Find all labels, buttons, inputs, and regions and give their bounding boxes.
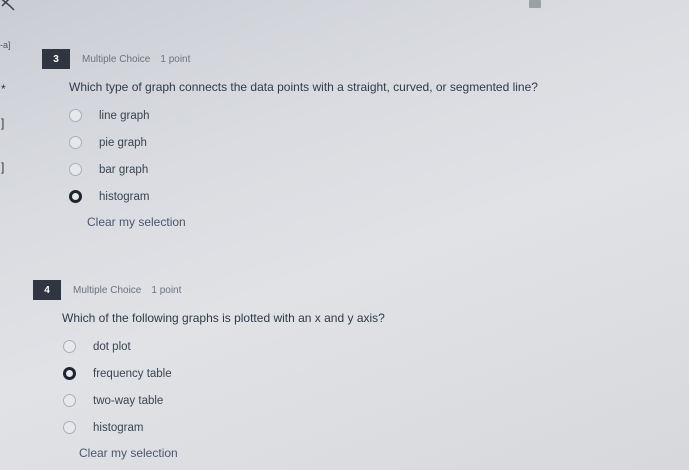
radio-button-selected[interactable] (63, 367, 76, 380)
answer-option[interactable]: dot plot (63, 333, 385, 360)
radio-button-selected[interactable] (69, 190, 82, 203)
radio-button[interactable] (63, 340, 76, 353)
question-3: 3 Multiple Choice 1 point Which type of … (42, 49, 538, 229)
answer-options: line graph pie graph bar graph histogram (69, 102, 538, 210)
question-text: Which type of graph connects the data po… (69, 80, 538, 94)
answer-option[interactable]: histogram (63, 414, 385, 441)
question-4: 4 Multiple Choice 1 point Which of the f… (33, 280, 385, 460)
option-label: histogram (99, 190, 150, 203)
answer-options: dot plot frequency table two-way table h… (63, 333, 385, 441)
tools-icon (1, 0, 15, 11)
question-points: 1 point (160, 53, 191, 65)
clear-selection-link[interactable]: Clear my selection (87, 215, 538, 229)
question-number: 3 (42, 49, 70, 69)
option-label: line graph (99, 109, 150, 122)
answer-option[interactable]: frequency table (63, 360, 385, 387)
option-label: frequency table (93, 367, 172, 380)
edge-mark-2: * (1, 82, 6, 96)
option-label: dot plot (93, 340, 131, 353)
answer-option[interactable]: pie graph (69, 129, 538, 156)
radio-button[interactable] (69, 136, 82, 149)
edge-mark-1: -a] (0, 40, 11, 50)
option-label: two-way table (93, 394, 164, 407)
answer-option[interactable]: two-way table (63, 387, 385, 414)
question-type: Multiple Choice (82, 53, 151, 65)
edge-mark-3: ] (1, 116, 5, 130)
question-header: 4 Multiple Choice 1 point (33, 280, 385, 300)
option-label: bar graph (99, 163, 149, 176)
option-label: pie graph (99, 136, 147, 149)
menu-icon[interactable] (529, 0, 541, 8)
question-header: 3 Multiple Choice 1 point (42, 49, 538, 69)
answer-option[interactable]: line graph (69, 102, 538, 129)
radio-button[interactable] (69, 163, 82, 176)
question-text: Which of the following graphs is plotted… (62, 311, 385, 325)
option-label: histogram (93, 421, 144, 434)
radio-button[interactable] (63, 421, 76, 434)
edge-mark-4: ] (1, 160, 5, 174)
question-type: Multiple Choice (73, 284, 142, 296)
clear-selection-link[interactable]: Clear my selection (79, 446, 385, 460)
radio-button[interactable] (63, 394, 76, 407)
radio-button[interactable] (69, 109, 82, 122)
answer-option[interactable]: bar graph (69, 156, 538, 183)
question-number: 4 (33, 280, 61, 300)
question-points: 1 point (151, 284, 182, 296)
answer-option[interactable]: histogram (69, 183, 538, 210)
